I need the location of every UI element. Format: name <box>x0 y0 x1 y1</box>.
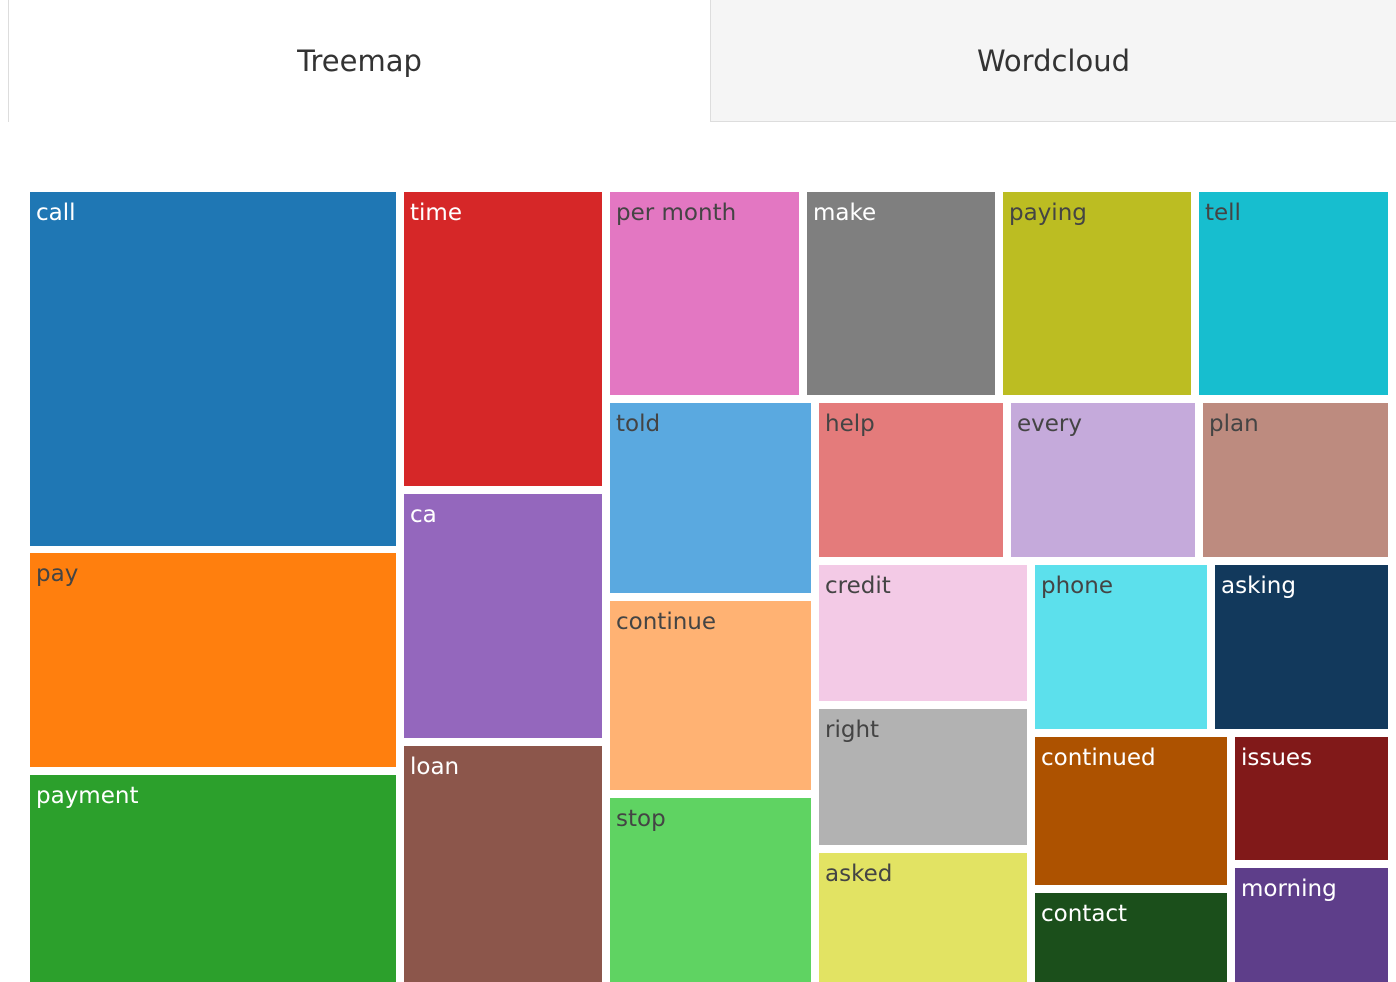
treemap-tile-rect[interactable] <box>404 494 602 738</box>
treemap-tile-continue[interactable]: continue <box>610 601 811 790</box>
treemap-tile-label: make <box>813 200 876 226</box>
treemap-tile-label: continue <box>616 609 716 635</box>
treemap-tile-label: payment <box>36 783 138 809</box>
treemap-tile-label: told <box>616 411 660 437</box>
treemap-tile-label: paying <box>1009 200 1087 226</box>
treemap-tile-label: per month <box>616 200 736 226</box>
treemap-tile-label: phone <box>1041 573 1113 599</box>
treemap-tile-label: morning <box>1241 876 1337 902</box>
treemap-tile-call[interactable]: call <box>30 192 396 546</box>
treemap-tile-label: time <box>410 200 462 226</box>
treemap-tile-time[interactable]: time <box>404 192 602 486</box>
treemap-tile-label: help <box>825 411 875 437</box>
treemap-tile-morning[interactable]: morning <box>1235 868 1388 982</box>
treemap-tile-continued[interactable]: continued <box>1035 737 1227 885</box>
treemap-chart: call pay payment time ca loan per month make pay… <box>0 0 1396 982</box>
treemap-tile-rect[interactable] <box>30 553 396 767</box>
treemap-tile-every[interactable]: every <box>1011 403 1195 557</box>
treemap-tile-plan[interactable]: plan <box>1203 403 1388 557</box>
treemap-tile-label: credit <box>825 573 891 599</box>
treemap-tile-tell[interactable]: tell <box>1199 192 1388 395</box>
treemap-tile-label: asking <box>1221 573 1296 599</box>
treemap-tile-label: call <box>36 200 76 226</box>
treemap-tile-pay[interactable]: pay <box>30 553 396 767</box>
treemap-tile-phone[interactable]: phone <box>1035 565 1207 729</box>
treemap-tile-asking[interactable]: asking <box>1215 565 1388 729</box>
treemap-tile-help[interactable]: help <box>819 403 1003 557</box>
treemap-tile-label: every <box>1017 411 1082 437</box>
treemap-tile-label: asked <box>825 861 892 887</box>
treemap-tile-payment[interactable]: payment <box>30 775 396 982</box>
treemap-tile-make[interactable]: make <box>807 192 995 395</box>
treemap-tile-rect[interactable] <box>404 192 602 486</box>
treemap-tile-contact[interactable]: contact <box>1035 893 1227 982</box>
treemap-tile-told[interactable]: told <box>610 403 811 593</box>
treemap-tile-label: tell <box>1205 200 1241 226</box>
treemap-tile-stop[interactable]: stop <box>610 798 811 982</box>
treemap-tile-credit[interactable]: credit <box>819 565 1027 701</box>
treemap-tile-right[interactable]: right <box>819 709 1027 845</box>
treemap-tile-label: plan <box>1209 411 1259 437</box>
treemap-tile-rect[interactable] <box>404 746 602 982</box>
treemap-tile-label: stop <box>616 806 666 832</box>
treemap-tile-asked[interactable]: asked <box>819 853 1027 982</box>
treemap-tile-label: ca <box>410 502 437 528</box>
treemap-tile-label: continued <box>1041 745 1156 771</box>
treemap-tile-per-month[interactable]: per month <box>610 192 799 395</box>
treemap-tile-loan[interactable]: loan <box>404 746 602 982</box>
treemap-tile-label: issues <box>1241 745 1312 771</box>
treemap-tile-label: right <box>825 717 879 743</box>
treemap-tile-label: contact <box>1041 901 1127 927</box>
treemap-tile-issues[interactable]: issues <box>1235 737 1388 860</box>
treemap-tile-ca[interactable]: ca <box>404 494 602 738</box>
treemap-svg: call pay payment time ca loan per month make pay… <box>30 192 1388 982</box>
treemap-tile-paying[interactable]: paying <box>1003 192 1191 395</box>
treemap-tile-label: pay <box>36 561 78 587</box>
treemap-tile-label: loan <box>410 754 459 780</box>
treemap-tile-rect[interactable] <box>30 192 396 546</box>
